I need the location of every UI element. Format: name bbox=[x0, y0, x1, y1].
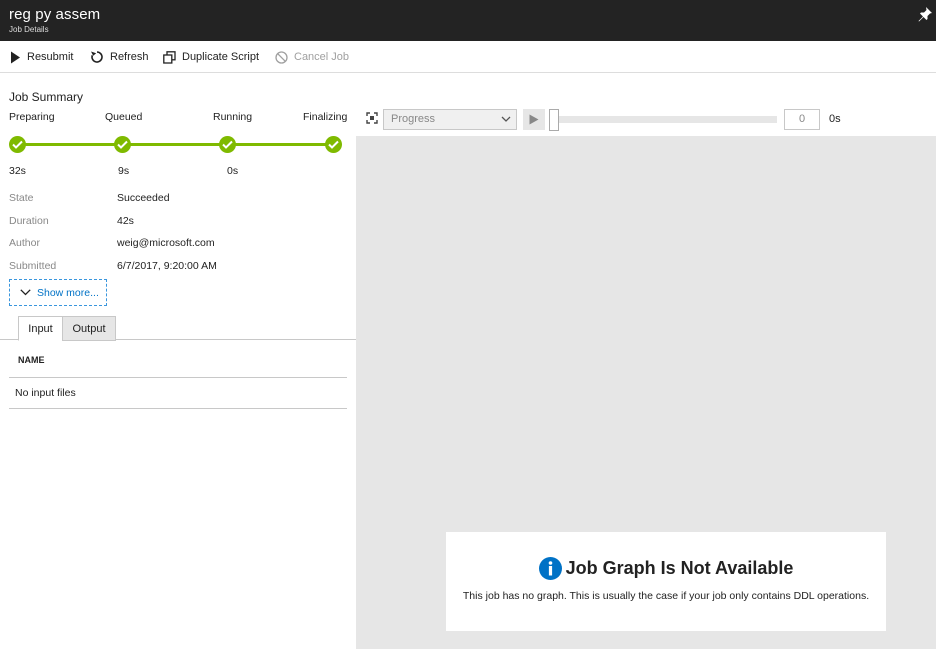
graph-toolbar: Progress 0 0s bbox=[356, 103, 936, 135]
stage-label-preparing: Preparing bbox=[9, 111, 55, 123]
job-summary-pane: Job Summary Preparing Queued Running Fin… bbox=[0, 73, 356, 649]
stage-complete-icon bbox=[114, 136, 131, 153]
table-divider bbox=[9, 377, 347, 378]
playback-slider-track[interactable] bbox=[549, 116, 777, 123]
refresh-label: Refresh bbox=[110, 51, 149, 63]
show-more-button[interactable]: Show more... bbox=[9, 279, 107, 306]
resubmit-button[interactable]: Resubmit bbox=[10, 48, 73, 66]
play-icon bbox=[529, 114, 539, 125]
duration-value: 42s bbox=[117, 215, 134, 227]
input-output-tabs: Input Output bbox=[0, 316, 356, 341]
tab-input[interactable]: Input bbox=[18, 316, 63, 341]
play-icon bbox=[11, 51, 20, 63]
stage-label-running: Running bbox=[213, 111, 253, 123]
cancel-icon bbox=[275, 50, 288, 64]
author-value: weig@microsoft.com bbox=[117, 237, 215, 249]
stage-complete-icon bbox=[219, 136, 236, 153]
submitted-label: Submitted bbox=[9, 260, 57, 272]
duplicate-script-label: Duplicate Script bbox=[182, 51, 260, 63]
state-label: State bbox=[9, 192, 34, 204]
notice-title-row: Job Graph Is Not Available bbox=[446, 557, 886, 580]
zoom-to-fit-icon[interactable] bbox=[366, 112, 378, 124]
info-icon bbox=[538, 557, 562, 580]
stage-label-finalizing: Finalizing bbox=[303, 111, 348, 123]
refresh-icon bbox=[91, 51, 103, 63]
blade-header: reg py assem Job Details bbox=[0, 0, 936, 41]
page-subtitle: Job Details bbox=[9, 25, 49, 34]
empty-files-message: No input files bbox=[15, 387, 76, 399]
playback-button[interactable] bbox=[523, 109, 545, 130]
job-summary-heading: Job Summary bbox=[9, 90, 84, 104]
progress-track bbox=[17, 143, 334, 146]
playback-time-label: 0s bbox=[829, 113, 841, 125]
cancel-job-button[interactable]: Cancel Job bbox=[275, 48, 349, 66]
cancel-job-label: Cancel Job bbox=[294, 51, 350, 63]
stage-duration-queued: 9s bbox=[118, 165, 130, 177]
view-mode-select[interactable]: Progress bbox=[383, 109, 517, 130]
stage-complete-icon bbox=[9, 136, 26, 153]
stage-duration-preparing: 32s bbox=[9, 165, 26, 177]
graph-unavailable-notice: Job Graph Is Not Available This job has … bbox=[446, 532, 886, 631]
show-more-label: Show more... bbox=[37, 286, 99, 299]
job-graph-canvas[interactable]: Job Graph Is Not Available This job has … bbox=[356, 136, 936, 649]
playback-slider-handle[interactable] bbox=[549, 109, 559, 131]
state-value: Succeeded bbox=[117, 192, 170, 204]
name-column-header[interactable]: NAME bbox=[18, 355, 45, 365]
notice-title: Job Graph Is Not Available bbox=[565, 558, 794, 578]
playback-position-input[interactable]: 0 bbox=[784, 109, 820, 130]
submitted-value: 6/7/2017, 9:20:00 AM bbox=[117, 260, 217, 272]
refresh-button[interactable]: Refresh bbox=[90, 48, 149, 66]
duration-label: Duration bbox=[9, 215, 49, 227]
notice-body: This job has no graph. This is usually t… bbox=[462, 590, 870, 602]
duplicate-script-button[interactable]: Duplicate Script bbox=[163, 48, 259, 66]
stage-complete-icon bbox=[325, 136, 342, 153]
resubmit-label: Resubmit bbox=[27, 51, 74, 63]
stage-duration-running: 0s bbox=[227, 165, 239, 177]
chevron-down-icon bbox=[20, 289, 31, 296]
tab-output[interactable]: Output bbox=[62, 316, 116, 341]
pin-icon[interactable] bbox=[917, 6, 933, 22]
author-label: Author bbox=[9, 237, 40, 249]
command-bar: Resubmit Refresh Duplicate Script Cancel… bbox=[0, 41, 936, 73]
chevron-down-icon bbox=[501, 116, 511, 122]
duplicate-icon bbox=[163, 50, 176, 64]
page-title: reg py assem bbox=[9, 6, 101, 23]
table-divider bbox=[9, 408, 347, 409]
view-mode-value: Progress bbox=[391, 113, 436, 125]
stage-label-queued: Queued bbox=[105, 111, 143, 123]
